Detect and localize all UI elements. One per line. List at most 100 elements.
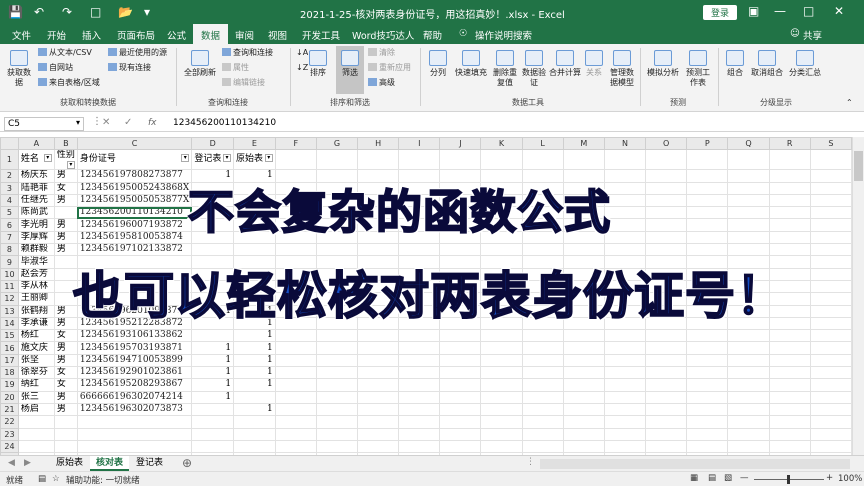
empty-cell[interactable] [521,415,564,429]
row-header[interactable]: 14 [0,316,19,331]
empty-cell[interactable] [439,439,482,454]
clear-filter-button[interactable]: 清除 [368,48,395,58]
empty-cell[interactable] [274,415,317,429]
register-flag-cell[interactable] [191,243,235,257]
empty-cell[interactable] [603,353,647,368]
empty-cell[interactable] [17,415,55,429]
register-flag-cell[interactable] [191,329,235,343]
name-box-dropdown-icon[interactable]: ▾ [76,118,80,127]
empty-cell[interactable] [274,366,317,380]
reapply-button[interactable]: 重新应用 [368,63,411,73]
empty-cell[interactable] [315,366,359,380]
id-number-cell[interactable]: 123456200110134210 [76,206,193,220]
advanced-filter-button[interactable]: 高级 [368,78,395,88]
empty-cell[interactable] [562,353,605,368]
empty-cell[interactable] [480,402,523,417]
ribbon-display-icon[interactable]: ▣ [748,4,759,18]
empty-cell[interactable] [274,329,317,343]
empty-cell[interactable] [768,427,811,441]
register-flag-cell[interactable]: 1 [191,390,235,404]
row-header[interactable]: 5 [0,206,19,220]
id-number-cell[interactable]: 123456195005053877X [76,193,193,208]
empty-cell[interactable] [398,329,441,343]
register-flag-cell[interactable]: 1 [191,341,235,355]
name-cell[interactable]: 王丽卿 [17,292,55,306]
empty-cell[interactable] [357,390,400,404]
empty-cell[interactable] [521,366,564,380]
empty-cell[interactable] [768,218,811,232]
register-flag-cell[interactable]: 1 [191,353,235,368]
empty-cell[interactable] [315,243,359,257]
existing-connections-button[interactable]: 现有连接 [108,63,151,73]
empty-cell[interactable] [274,390,317,404]
empty-cell[interactable] [686,218,729,232]
empty-cell[interactable] [809,292,852,306]
empty-cell[interactable] [809,193,852,208]
header-cell[interactable]: 身份证号 ▾ [76,149,193,171]
empty-cell[interactable] [274,439,317,454]
header-cell[interactable]: 姓名 ▾ [17,149,55,171]
horizontal-scrollbar[interactable] [540,459,850,469]
from-text-csv-button[interactable]: 从文本/CSV [38,48,92,58]
zoom-level[interactable]: 100% [838,474,862,484]
original-flag-cell[interactable]: 1 [233,366,276,380]
login-button[interactable]: 登录 [703,5,738,20]
queries-connections-button[interactable]: 查询和连接 [222,48,273,58]
id-number-cell[interactable]: 123456195005243868X [76,181,193,195]
empty-cell[interactable] [191,427,235,441]
empty-cell[interactable] [53,415,78,429]
tab-home[interactable]: 开始 [47,28,66,42]
name-cell[interactable]: 杨红 [17,329,55,343]
empty-cell[interactable] [645,402,688,417]
column-header[interactable]: R [768,137,811,151]
empty-cell[interactable] [645,427,688,441]
save-icon[interactable]: 💾 [8,4,23,20]
empty-cell[interactable] [274,427,317,441]
relationships-button[interactable]: 关系 [583,50,605,78]
row-header[interactable]: 2 [0,169,19,183]
empty-cell[interactable] [727,353,770,368]
column-header[interactable]: O [645,137,688,151]
name-cell[interactable]: 陈尚武 [17,206,55,220]
empty-cell[interactable] [645,439,688,454]
row-header[interactable]: 13 [0,304,19,318]
empty-cell[interactable] [315,378,359,392]
empty-cell[interactable] [686,169,729,183]
empty-cell[interactable] [439,353,482,368]
row-header[interactable]: 20 [0,390,19,404]
empty-cell[interactable] [439,427,482,441]
header-cell[interactable]: 性别 ▾ [53,149,78,171]
empty-cell[interactable] [768,341,811,355]
filter-dropdown-icon[interactable]: ▾ [66,161,75,169]
name-cell[interactable]: 毕淑华 [17,255,55,269]
empty-cell[interactable] [233,415,276,429]
empty-cell[interactable] [768,181,811,195]
empty-cell[interactable] [768,169,811,183]
gender-cell[interactable]: 男 [53,218,78,232]
empty-cell[interactable] [645,181,688,195]
empty-cell[interactable] [809,329,852,343]
gender-cell[interactable]: 男 [53,402,78,417]
empty-cell[interactable] [480,353,523,368]
ungroup-button[interactable]: 取消组合 [749,50,785,78]
add-sheet-icon[interactable]: ⊕ [182,456,192,470]
empty-cell[interactable] [480,149,523,171]
row-header[interactable]: 8 [0,243,19,257]
empty-cell[interactable] [439,366,482,380]
empty-cell[interactable] [17,439,55,454]
register-flag-cell[interactable]: 1 [191,366,235,380]
empty-cell[interactable] [357,378,400,392]
remove-duplicates-button[interactable]: 删除重复值 [491,50,519,88]
column-header[interactable]: E [233,137,276,151]
name-cell[interactable]: 张三 [17,390,55,404]
gender-cell[interactable]: 男 [53,193,78,208]
text-to-columns-button[interactable]: 分列 [426,50,450,78]
empty-cell[interactable] [398,378,441,392]
empty-cell[interactable] [603,378,647,392]
column-header[interactable]: M [562,137,605,151]
empty-cell[interactable] [315,329,359,343]
empty-cell[interactable] [480,366,523,380]
column-header[interactable]: B [53,137,78,151]
gender-cell[interactable]: 女 [53,329,78,343]
tell-me-search[interactable]: 操作说明搜索 [475,28,532,42]
